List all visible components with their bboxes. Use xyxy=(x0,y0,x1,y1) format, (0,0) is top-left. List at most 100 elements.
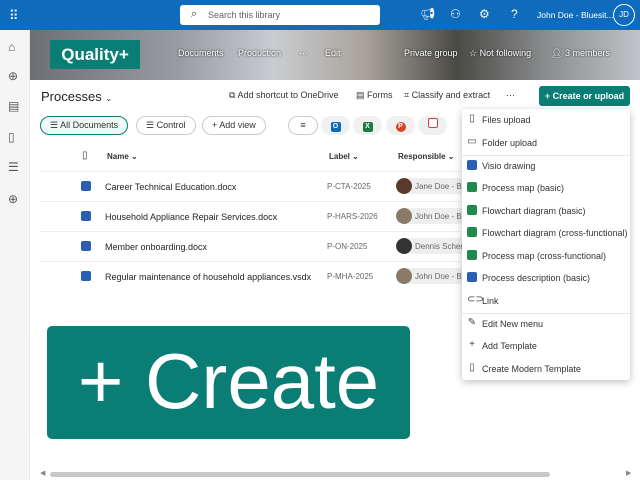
nav-edit[interactable]: Edit xyxy=(325,48,341,58)
pdf-icon xyxy=(427,118,438,128)
plus-icon: + xyxy=(469,339,475,350)
search-icon: ⌕ xyxy=(191,8,198,20)
menu-add-template[interactable]: + Add Template xyxy=(462,335,630,357)
person-chip[interactable]: John Doe - Blu xyxy=(396,268,466,284)
table-row[interactable]: Career Technical Education.docx P-CTA-202… xyxy=(40,171,466,201)
word-file-icon xyxy=(81,241,91,251)
view-control[interactable]: ☰ Control xyxy=(136,116,196,135)
menu-process-map-cross-functional[interactable]: Process map (cross-functional) xyxy=(462,245,630,267)
menu-files-upload[interactable]: ▯ Files upload xyxy=(462,109,630,131)
avatar xyxy=(396,178,412,194)
visio-file-icon xyxy=(81,271,91,281)
privacy-label: Private group xyxy=(404,48,458,58)
file-upload-icon: ▯ xyxy=(469,113,475,124)
column-name[interactable]: Name ⌄ xyxy=(107,152,138,161)
help-icon[interactable]: ? xyxy=(511,7,518,21)
menu-process-map-basic[interactable]: Process map (basic) xyxy=(462,177,630,199)
nav-production[interactable]: Production xyxy=(238,48,281,58)
list-icon[interactable]: ☰ xyxy=(8,160,19,174)
powerpoint-icon: P xyxy=(395,122,406,132)
menu-visio-drawing[interactable]: Visio drawing xyxy=(462,155,630,177)
visio-template-icon xyxy=(467,182,477,192)
follow-button[interactable]: ☆ Not following xyxy=(469,48,531,59)
column-responsible[interactable]: Responsible ⌄ xyxy=(398,152,455,161)
menu-folder-upload[interactable]: ▭ Folder upload xyxy=(462,132,630,154)
menu-flowchart-basic[interactable]: Flowchart diagram (basic) xyxy=(462,200,630,222)
news-icon[interactable]: ▤ xyxy=(8,99,19,113)
horizontal-scrollbar[interactable] xyxy=(50,472,550,477)
visio-template-icon xyxy=(467,205,477,215)
outlook-icon: O xyxy=(330,122,341,132)
table-row[interactable]: Member onboarding.docx P-ON-2025 Dennis Sc… xyxy=(40,231,466,261)
table-row[interactable]: Regular maintenance of household applian… xyxy=(40,261,466,291)
app-launcher-icon[interactable]: ⠿ xyxy=(9,8,19,24)
star-icon: ☆ xyxy=(469,48,480,58)
visio-template-icon xyxy=(467,250,477,260)
word-template-icon xyxy=(467,272,477,282)
classify-button[interactable]: ⌗ Classify and extract xyxy=(404,90,490,101)
person-chip[interactable]: Dennis Scherr xyxy=(396,238,466,254)
person-icon: 👤︎ xyxy=(551,48,565,58)
scroll-left-icon[interactable]: ◀ xyxy=(40,469,45,477)
avatar xyxy=(396,208,412,224)
menu-edit-new-menu[interactable]: ✎ Edit New menu xyxy=(462,313,630,335)
connections-icon[interactable]: ⚇ xyxy=(450,7,461,21)
scroll-right-icon[interactable]: ▶ xyxy=(626,469,631,477)
nav-more[interactable]: ··· xyxy=(299,48,308,58)
chevron-down-icon: ⌄ xyxy=(105,94,113,103)
menu-process-description[interactable]: Process description (basic) xyxy=(462,267,630,289)
globe-icon[interactable]: ⊕ xyxy=(8,69,18,83)
more-button[interactable]: ··· xyxy=(506,90,515,100)
menu-link[interactable]: ⊂⊃ Link xyxy=(462,290,630,312)
file-icon[interactable]: ▯ xyxy=(8,130,15,144)
add-view-button[interactable]: + Add view xyxy=(202,116,266,135)
visio-icon xyxy=(467,160,477,170)
word-file-icon xyxy=(81,181,91,191)
create-menu: ▯ Files upload ▭ Folder upload Visio drawi… xyxy=(462,109,630,380)
forms-icon: ▤ xyxy=(356,90,368,100)
site-logo[interactable]: Quality+ xyxy=(50,40,140,69)
create-overlay-label: + Create xyxy=(47,326,410,439)
plus-icon: + xyxy=(544,91,553,101)
view-all-documents[interactable]: ☰ All Documents xyxy=(40,116,129,135)
megaphone-icon[interactable]: 📢︎ xyxy=(420,7,435,21)
site-header: Quality+ Documents Production ··· Edit P… xyxy=(30,30,640,80)
excel-button[interactable]: X xyxy=(353,116,382,135)
menu-create-modern-template[interactable]: ▯ Create Modern Template xyxy=(462,358,630,380)
add-shortcut-button[interactable]: ⧉ Add shortcut to OneDrive xyxy=(229,90,339,101)
template-icon: ▯ xyxy=(469,362,475,373)
home-icon[interactable]: ⌂ xyxy=(8,40,15,54)
folder-upload-icon: ▭ xyxy=(467,136,477,147)
top-bar: ⠿ ⌕ Search this library 📢︎ ⚇ ⚙ ? John Doe… xyxy=(0,0,640,30)
word-file-icon xyxy=(81,211,91,221)
left-rail: ⌂ ⊕ ▤ ▯ ☰ ⊕ xyxy=(0,30,30,480)
menu-flowchart-cross-functional[interactable]: Flowchart diagram (cross-functional) xyxy=(462,222,630,244)
pencil-icon: ✎ xyxy=(467,317,477,328)
scan-icon: ⌗ xyxy=(404,90,412,100)
person-chip[interactable]: John Doe - Blu xyxy=(396,208,466,224)
search-input[interactable]: ⌕ Search this library xyxy=(180,5,380,25)
person-chip[interactable]: Jane Doe - Blu xyxy=(396,178,466,194)
powerpoint-button[interactable]: P xyxy=(386,116,415,135)
file-type-icon: ▯ xyxy=(82,150,88,161)
filter-icon: ≡ xyxy=(300,120,306,130)
nav-documents[interactable]: Documents xyxy=(178,48,224,58)
avatar xyxy=(396,268,412,284)
outlook-button[interactable]: O xyxy=(321,116,350,135)
link-icon: ⊂⊃ xyxy=(467,294,484,305)
pdf-button[interactable] xyxy=(418,116,447,135)
gear-icon[interactable]: ⚙ xyxy=(479,7,490,21)
add-icon[interactable]: ⊕ xyxy=(8,192,18,206)
user-name[interactable]: John Doe - Bluesit... xyxy=(537,10,614,20)
create-or-upload-button[interactable]: + Create or upload xyxy=(539,86,630,106)
table-row[interactable]: Household Appliance Repair Services.docx… xyxy=(40,201,466,231)
library-title[interactable]: Processes ⌄ xyxy=(41,89,112,104)
filter-button[interactable]: ≡ xyxy=(288,116,318,135)
excel-icon: X xyxy=(362,122,373,132)
column-label[interactable]: Label ⌄ xyxy=(329,152,359,161)
avatar xyxy=(396,238,412,254)
forms-button[interactable]: ▤ Forms xyxy=(356,90,393,101)
avatar[interactable]: JD xyxy=(613,4,635,26)
visio-template-icon xyxy=(467,227,477,237)
members-button[interactable]: 👤︎ 3 members xyxy=(551,48,610,59)
